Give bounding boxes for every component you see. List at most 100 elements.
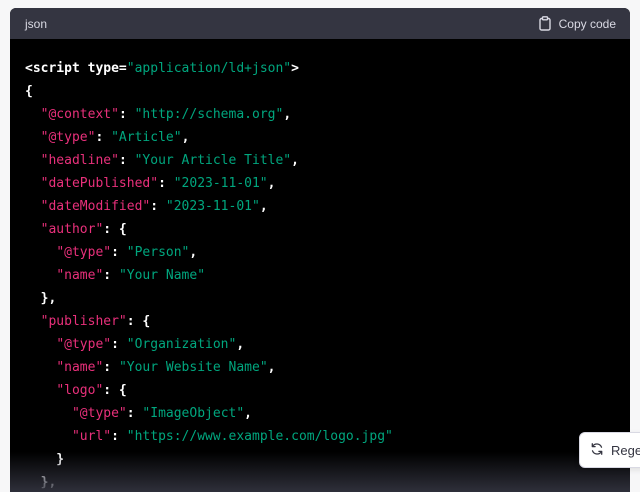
code-token-str: "http://schema.org"	[134, 107, 284, 122]
code-line: }	[25, 448, 615, 471]
code-token-punc	[25, 337, 56, 352]
code-token-punc: :	[158, 176, 174, 191]
code-token-punc: ,	[259, 199, 268, 214]
code-line: "name": "Your Name"	[25, 264, 615, 287]
code-token-punc	[25, 222, 41, 237]
code-token-punc: ,	[236, 337, 245, 352]
code-token-punc: : {	[103, 222, 127, 237]
code-token-key: "@type"	[71, 406, 127, 421]
code-line: "@type": "ImageObject",	[25, 402, 615, 425]
code-token-punc: : {	[103, 383, 127, 398]
code-block: json Copy code <script type="application…	[10, 8, 630, 492]
code-token-punc	[25, 199, 41, 214]
code-line: "dateModified": "2023-11-01",	[25, 195, 615, 218]
code-content: <script type="application/ld+json"> { "@c…	[10, 39, 630, 492]
code-token-punc	[25, 153, 41, 168]
code-token-key: "@context"	[40, 107, 119, 122]
code-line: "author": {	[25, 218, 615, 241]
code-line: },	[25, 287, 615, 310]
code-token-punc: ,	[189, 245, 198, 260]
code-token-key: "headline"	[40, 153, 119, 168]
code-token-key: "name"	[56, 360, 104, 375]
code-token-punc: }	[25, 452, 65, 467]
code-line: "@type": "Article",	[25, 126, 615, 149]
code-token-punc: {	[25, 84, 33, 99]
code-token-punc	[25, 383, 56, 398]
code-token-punc: ,	[267, 176, 276, 191]
code-token-str: "https://www.example.com/logo.jpg"	[126, 429, 393, 444]
code-token-punc: :	[126, 406, 143, 421]
code-token-str: "Your Article Title"	[134, 153, 292, 168]
code-token-str: "Person"	[126, 245, 190, 260]
code-line: "logo": {	[25, 379, 615, 402]
code-token-key: "datePublished"	[40, 176, 159, 191]
code-token-punc	[25, 130, 41, 145]
code-token-tag: <script	[25, 61, 88, 76]
code-token-str: "Article"	[111, 130, 182, 145]
code-language-label: json	[25, 16, 48, 31]
code-line: "datePublished": "2023-11-01",	[25, 172, 615, 195]
code-token-punc	[25, 245, 56, 260]
code-line: "@context": "http://schema.org",	[25, 103, 615, 126]
regenerate-button[interactable]: Rege	[579, 432, 640, 468]
code-token-punc: :	[118, 107, 135, 122]
code-token-punc: :	[111, 429, 127, 444]
code-token-key: "name"	[56, 268, 104, 283]
code-line: "name": "Your Website Name",	[25, 356, 615, 379]
code-token-str: "Your Website Name"	[118, 360, 268, 375]
code-token-punc: ,	[291, 153, 299, 168]
code-token-punc	[25, 406, 72, 421]
code-line: "@type": "Person",	[25, 241, 615, 264]
code-line: "headline": "Your Article Title",	[25, 149, 615, 172]
code-token-punc: :	[150, 199, 166, 214]
code-token-punc	[25, 314, 41, 329]
code-token-punc: },	[25, 475, 57, 490]
code-token-key: "dateModified"	[40, 199, 151, 214]
code-token-punc: :	[103, 360, 119, 375]
code-token-str: "2023-11-01"	[173, 176, 268, 191]
code-token-punc	[25, 107, 41, 122]
code-token-key: "url"	[71, 429, 112, 444]
code-token-key: "@type"	[56, 337, 112, 352]
code-token-str: "application/ld+json"	[126, 61, 292, 76]
code-token-punc: :	[118, 153, 135, 168]
regenerate-label: Rege	[611, 442, 640, 458]
code-line: "publisher": {	[25, 310, 615, 333]
code-line: },	[25, 471, 615, 492]
code-token-punc	[25, 360, 56, 375]
code-token-tag: >	[291, 61, 299, 76]
code-token-punc: ,	[283, 107, 292, 122]
code-token-punc: :	[95, 130, 112, 145]
code-token-punc: :	[103, 268, 119, 283]
code-token-key: "@type"	[40, 130, 96, 145]
code-token-punc: :	[111, 337, 127, 352]
refresh-icon	[590, 442, 604, 459]
code-token-punc	[25, 176, 41, 191]
code-token-punc: ,	[267, 360, 276, 375]
code-line: "@type": "Organization",	[25, 333, 615, 356]
code-token-key: "logo"	[56, 383, 104, 398]
code-token-str: "2023-11-01"	[165, 199, 260, 214]
code-line: {	[25, 80, 615, 103]
code-text: <script type="application/ld+json"> { "@c…	[25, 57, 615, 492]
code-token-str: "ImageObject"	[142, 406, 245, 421]
code-token-str: "Organization"	[126, 337, 237, 352]
code-line: <script type="application/ld+json">	[25, 57, 615, 80]
code-token-str: "Your Name"	[118, 268, 206, 283]
copy-code-label: Copy code	[558, 16, 616, 31]
code-block-header: json Copy code	[10, 8, 630, 39]
code-token-key: "@type"	[56, 245, 112, 260]
code-token-attr: type=	[87, 61, 127, 76]
code-token-punc: ,	[181, 130, 190, 145]
code-token-punc: ,	[244, 406, 252, 421]
code-token-punc	[25, 268, 56, 283]
copy-code-button[interactable]: Copy code	[538, 16, 616, 31]
code-token-punc: :	[111, 245, 127, 260]
code-line: "url": "https://www.example.com/logo.jpg…	[25, 425, 615, 448]
code-token-key: "author"	[40, 222, 104, 237]
clipboard-icon	[538, 16, 552, 31]
code-token-punc: },	[25, 291, 57, 306]
code-token-punc	[25, 429, 72, 444]
code-token-punc: : {	[126, 314, 151, 329]
code-token-key: "publisher"	[40, 314, 127, 329]
